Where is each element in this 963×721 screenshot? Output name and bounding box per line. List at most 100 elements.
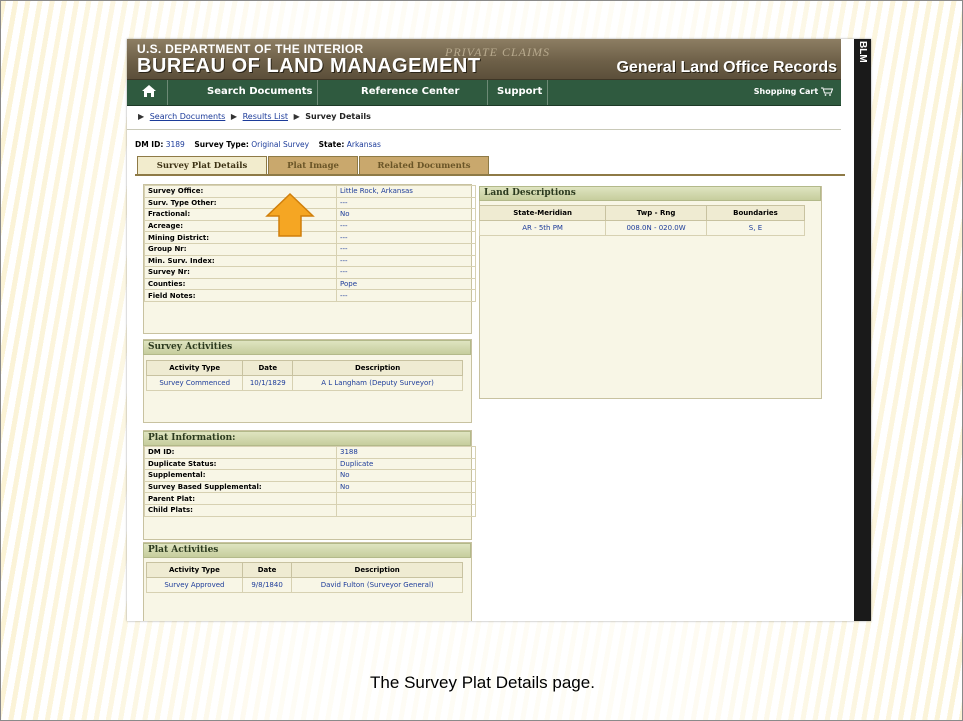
plat-activities-title: Plat Activities [143,543,471,558]
banner-watermark: PRIVATE CLAIMS [445,45,550,59]
detail-row: Field Notes: --- [144,289,476,302]
home-icon[interactable] [141,83,159,101]
nav-reference-center[interactable]: Reference Center [361,86,459,97]
dm-id-label: DM ID: [135,140,164,149]
plat-info-label: Supplemental: [144,469,337,482]
main-nav: Search Documents Reference Center Suppor… [127,80,841,106]
detail-row: Counties: Pope [144,277,476,291]
column-header: Description [292,360,463,376]
table-cell: A L Langham (Deputy Surveyor) [292,375,463,391]
detail-value: No [336,208,476,221]
screenshot-frame: BLM U.S. DEPARTMENT OF THE INTERIOR BURE… [127,39,871,621]
plat-info-row: Duplicate Status: Duplicate [144,457,476,471]
breadcrumb-search-documents[interactable]: Search Documents [150,112,226,121]
column-header: Boundaries [705,205,806,221]
tab-related-documents[interactable]: Related Documents [359,156,489,175]
detail-label: Group Nr: [144,242,337,256]
plat-info-value [336,492,476,505]
divider [127,129,841,130]
plat-info-row: Parent Plat: [144,492,476,505]
breadcrumb: ▶ Search Documents ▶ Results List ▶ Surv… [135,112,371,121]
breadcrumb-arrow-icon: ▶ [138,112,145,121]
breadcrumb-arrow-icon: ▶ [293,112,300,121]
table-cell: 008.0N - 020.0W [605,220,707,236]
detail-value: --- [336,242,476,256]
column-header: Date [242,360,294,376]
detail-value: --- [336,196,476,210]
breadcrumb-results-list[interactable]: Results List [243,112,288,121]
column-header: State-Meridian [478,205,607,221]
state-value: Arkansas [346,140,381,149]
plat-info-row: Survey Based Supplemental: No [144,480,476,494]
plat-info-label: Parent Plat: [144,492,337,505]
column-header: Date [241,562,293,578]
column-header: Description [291,562,463,578]
plat-info-label: Survey Based Supplemental: [144,480,337,494]
table-row: Survey Approved 9/8/1840 David Fulton (Sur… [146,577,463,593]
survey-meta: DM ID: 3189 Survey Type: Original Survey… [135,140,381,149]
table-cell: S, E [705,220,806,236]
nav-separator [547,80,548,105]
plat-information-table: DM ID: 3188 Duplicate Status: Duplicate Supp… [144,446,476,517]
column-header: Activity Type [146,562,243,578]
plat-info-value: Duplicate [336,457,476,471]
detail-label: Min. Surv. Index: [144,254,337,268]
glo-records-title[interactable]: General Land Office Records [616,59,837,77]
survey-type-value: Original Survey [251,140,310,149]
department-title: U.S. DEPARTMENT OF THE INTERIOR [137,42,364,56]
site-banner: U.S. DEPARTMENT OF THE INTERIOR BUREAU O… [127,39,841,80]
nav-separator [167,80,168,105]
detail-value: Pope [336,277,476,291]
survey-activities-title: Survey Activities [143,340,471,355]
plat-info-label: Child Plats: [144,503,337,517]
nav-search-documents[interactable]: Search Documents [207,86,312,97]
plat-info-value: 3188 [336,446,476,459]
slide: BLM U.S. DEPARTMENT OF THE INTERIOR BURE… [0,0,963,721]
table-cell: Survey Approved [146,577,243,593]
detail-row: Survey Nr: --- [144,266,476,279]
tab-survey-plat-details[interactable]: Survey Plat Details [137,156,267,175]
detail-label: Counties: [144,277,337,291]
breadcrumb-arrow-icon: ▶ [230,112,238,121]
table-row: AR - 5th PM 008.0N - 020.0W S, E [478,220,806,236]
table-cell: 9/8/1840 [241,577,293,593]
plat-info-row: DM ID: 3188 [144,446,476,459]
table-cell: AR - 5th PM [478,220,607,236]
tab-plat-image[interactable]: Plat Image [268,156,358,175]
breadcrumb-current: Survey Details [305,112,371,121]
table-cell: Survey Commenced [145,375,244,391]
plat-info-value: No [336,480,476,494]
detail-value: --- [336,231,476,244]
shopping-cart-link[interactable]: Shopping Cart [754,87,834,96]
survey-activities-table: Activity Type Date Description Survey Comm… [145,360,463,391]
cart-icon[interactable] [821,87,834,96]
bureau-title[interactable]: BUREAU OF LAND MANAGEMENT [137,55,481,78]
shopping-cart-label[interactable]: Shopping Cart [754,87,818,96]
up-arrow-icon [265,192,315,237]
plat-info-row: Child Plats: [144,503,476,517]
dm-id-value: 3189 [165,140,185,149]
plat-info-value [336,503,476,517]
detail-value: --- [336,289,476,302]
slide-caption: The Survey Plat Details page. [370,673,595,692]
detail-row: Group Nr: --- [144,242,476,256]
side-strip: BLM [854,39,871,621]
state-label: State: [318,140,345,149]
plat-info-label: DM ID: [144,446,337,459]
nav-support[interactable]: Support [497,86,542,97]
detail-value: --- [336,266,476,279]
tab-underline [135,174,845,176]
survey-type-label: Survey Type: [194,140,249,149]
land-descriptions-title: Land Descriptions [479,186,821,201]
detail-value: Little Rock, Arkansas [336,185,476,198]
plat-info-row: Supplemental: No [144,469,476,482]
table-row: Survey Commenced 10/1/1829 A L Langham (De… [145,375,463,391]
blm-side-tag: BLM [857,41,868,63]
nav-separator [487,80,488,105]
column-header: Twp - Rng [605,205,707,221]
plat-information-title: Plat Information: [143,431,471,446]
plat-activities-table: Activity Type Date Description Survey Appr… [146,562,463,593]
detail-label: Field Notes: [144,289,337,302]
plat-info-label: Duplicate Status: [144,457,337,471]
table-cell: David Fulton (Surveyor General) [291,577,463,593]
